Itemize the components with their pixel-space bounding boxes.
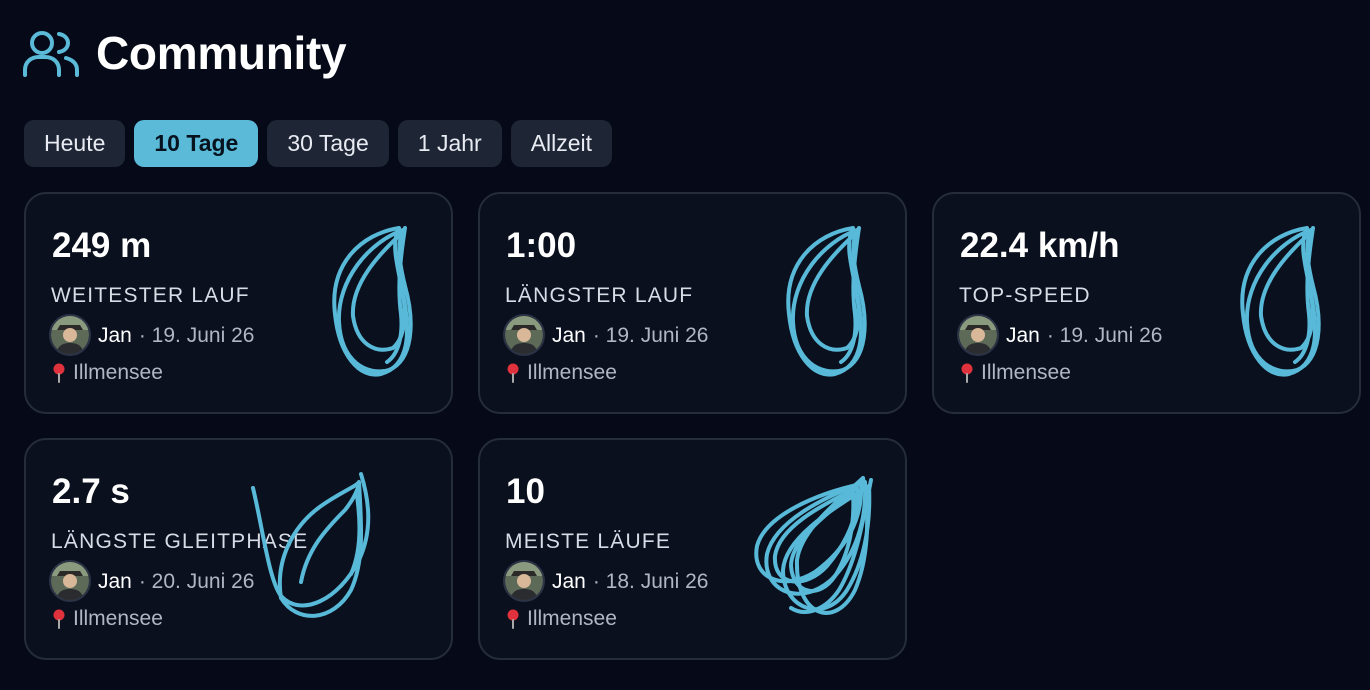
location-pin-icon — [505, 363, 521, 383]
record-user: Jan — [1006, 323, 1040, 347]
tab-30-tage[interactable]: 30 Tage — [267, 120, 389, 167]
record-meta: Jan · 20. Juni 26 — [49, 560, 254, 602]
time-range-tabs: Heute 10 Tage 30 Tage 1 Jahr Allzeit — [24, 120, 613, 167]
location-pin-icon — [51, 363, 67, 383]
record-meta: Jan · 19. Juni 26 — [957, 314, 1162, 356]
record-location: Illmensee — [51, 608, 163, 629]
record-label: MEISTE LÄUFE — [505, 530, 672, 553]
route-map — [754, 476, 873, 615]
record-date: · 19. Juni 26 — [1046, 323, 1163, 347]
record-user: Jan — [98, 323, 132, 347]
route-map — [332, 226, 413, 377]
record-location-name: Illmensee — [73, 361, 163, 384]
record-card-weitester-lauf[interactable]: 249 m WEITESTER LAUF Jan · 19. Juni 26 I… — [24, 192, 453, 414]
location-pin-icon — [959, 363, 975, 383]
route-map — [1240, 226, 1321, 377]
avatar — [49, 560, 91, 602]
record-date: · 18. Juni 26 — [592, 569, 709, 593]
record-label: TOP-SPEED — [959, 284, 1091, 307]
record-location: Illmensee — [505, 608, 617, 629]
users-icon — [22, 28, 80, 78]
record-meta: Jan · 18. Juni 26 — [503, 560, 708, 602]
record-location: Illmensee — [51, 362, 163, 383]
record-location-name: Illmensee — [527, 361, 617, 384]
route-map — [786, 226, 867, 377]
record-card-laengste-gleitphase[interactable]: 2.7 s LÄNGSTE GLEITPHASE Jan · 20. Juni … — [24, 438, 453, 660]
record-user: Jan — [552, 323, 586, 347]
record-label: LÄNGSTER LAUF — [505, 284, 694, 307]
page-title: Community — [96, 27, 347, 79]
record-location-name: Illmensee — [981, 361, 1071, 384]
page-header: Community — [22, 27, 347, 79]
record-meta: Jan · 19. Juni 26 — [503, 314, 708, 356]
tab-10-tage[interactable]: 10 Tage — [134, 120, 259, 167]
record-location: Illmensee — [959, 362, 1071, 383]
record-user: Jan — [98, 569, 132, 593]
record-date: · 19. Juni 26 — [592, 323, 709, 347]
record-label: WEITESTER LAUF — [51, 284, 250, 307]
avatar — [503, 314, 545, 356]
record-value: 249 m — [52, 226, 152, 265]
record-date: · 19. Juni 26 — [138, 323, 255, 347]
record-location-name: Illmensee — [527, 607, 617, 630]
record-card-top-speed[interactable]: 22.4 km/h TOP-SPEED Jan · 19. Juni 26 Il… — [932, 192, 1361, 414]
record-meta: Jan · 19. Juni 26 — [49, 314, 254, 356]
route-map — [251, 472, 371, 618]
record-card-laengster-lauf[interactable]: 1:00 LÄNGSTER LAUF Jan · 19. Juni 26 Ill… — [478, 192, 907, 414]
record-user: Jan — [552, 569, 586, 593]
record-value: 10 — [506, 472, 545, 511]
location-pin-icon — [505, 609, 521, 629]
record-value: 2.7 s — [52, 472, 130, 511]
record-value: 22.4 km/h — [960, 226, 1120, 265]
tab-allzeit[interactable]: Allzeit — [510, 120, 613, 167]
tab-1-jahr[interactable]: 1 Jahr — [397, 120, 502, 167]
avatar — [503, 560, 545, 602]
record-date: · 20. Juni 26 — [138, 569, 255, 593]
record-card-meiste-laeufe[interactable]: 10 MEISTE LÄUFE Jan · 18. Juni 26 Illmen… — [478, 438, 907, 660]
record-value: 1:00 — [506, 226, 577, 265]
location-pin-icon — [51, 609, 67, 629]
record-location-name: Illmensee — [73, 607, 163, 630]
tab-heute[interactable]: Heute — [24, 120, 126, 167]
avatar — [957, 314, 999, 356]
record-location: Illmensee — [505, 362, 617, 383]
community-page: Community Heute 10 Tage 30 Tage 1 Jahr A… — [0, 0, 1370, 690]
avatar — [49, 314, 91, 356]
